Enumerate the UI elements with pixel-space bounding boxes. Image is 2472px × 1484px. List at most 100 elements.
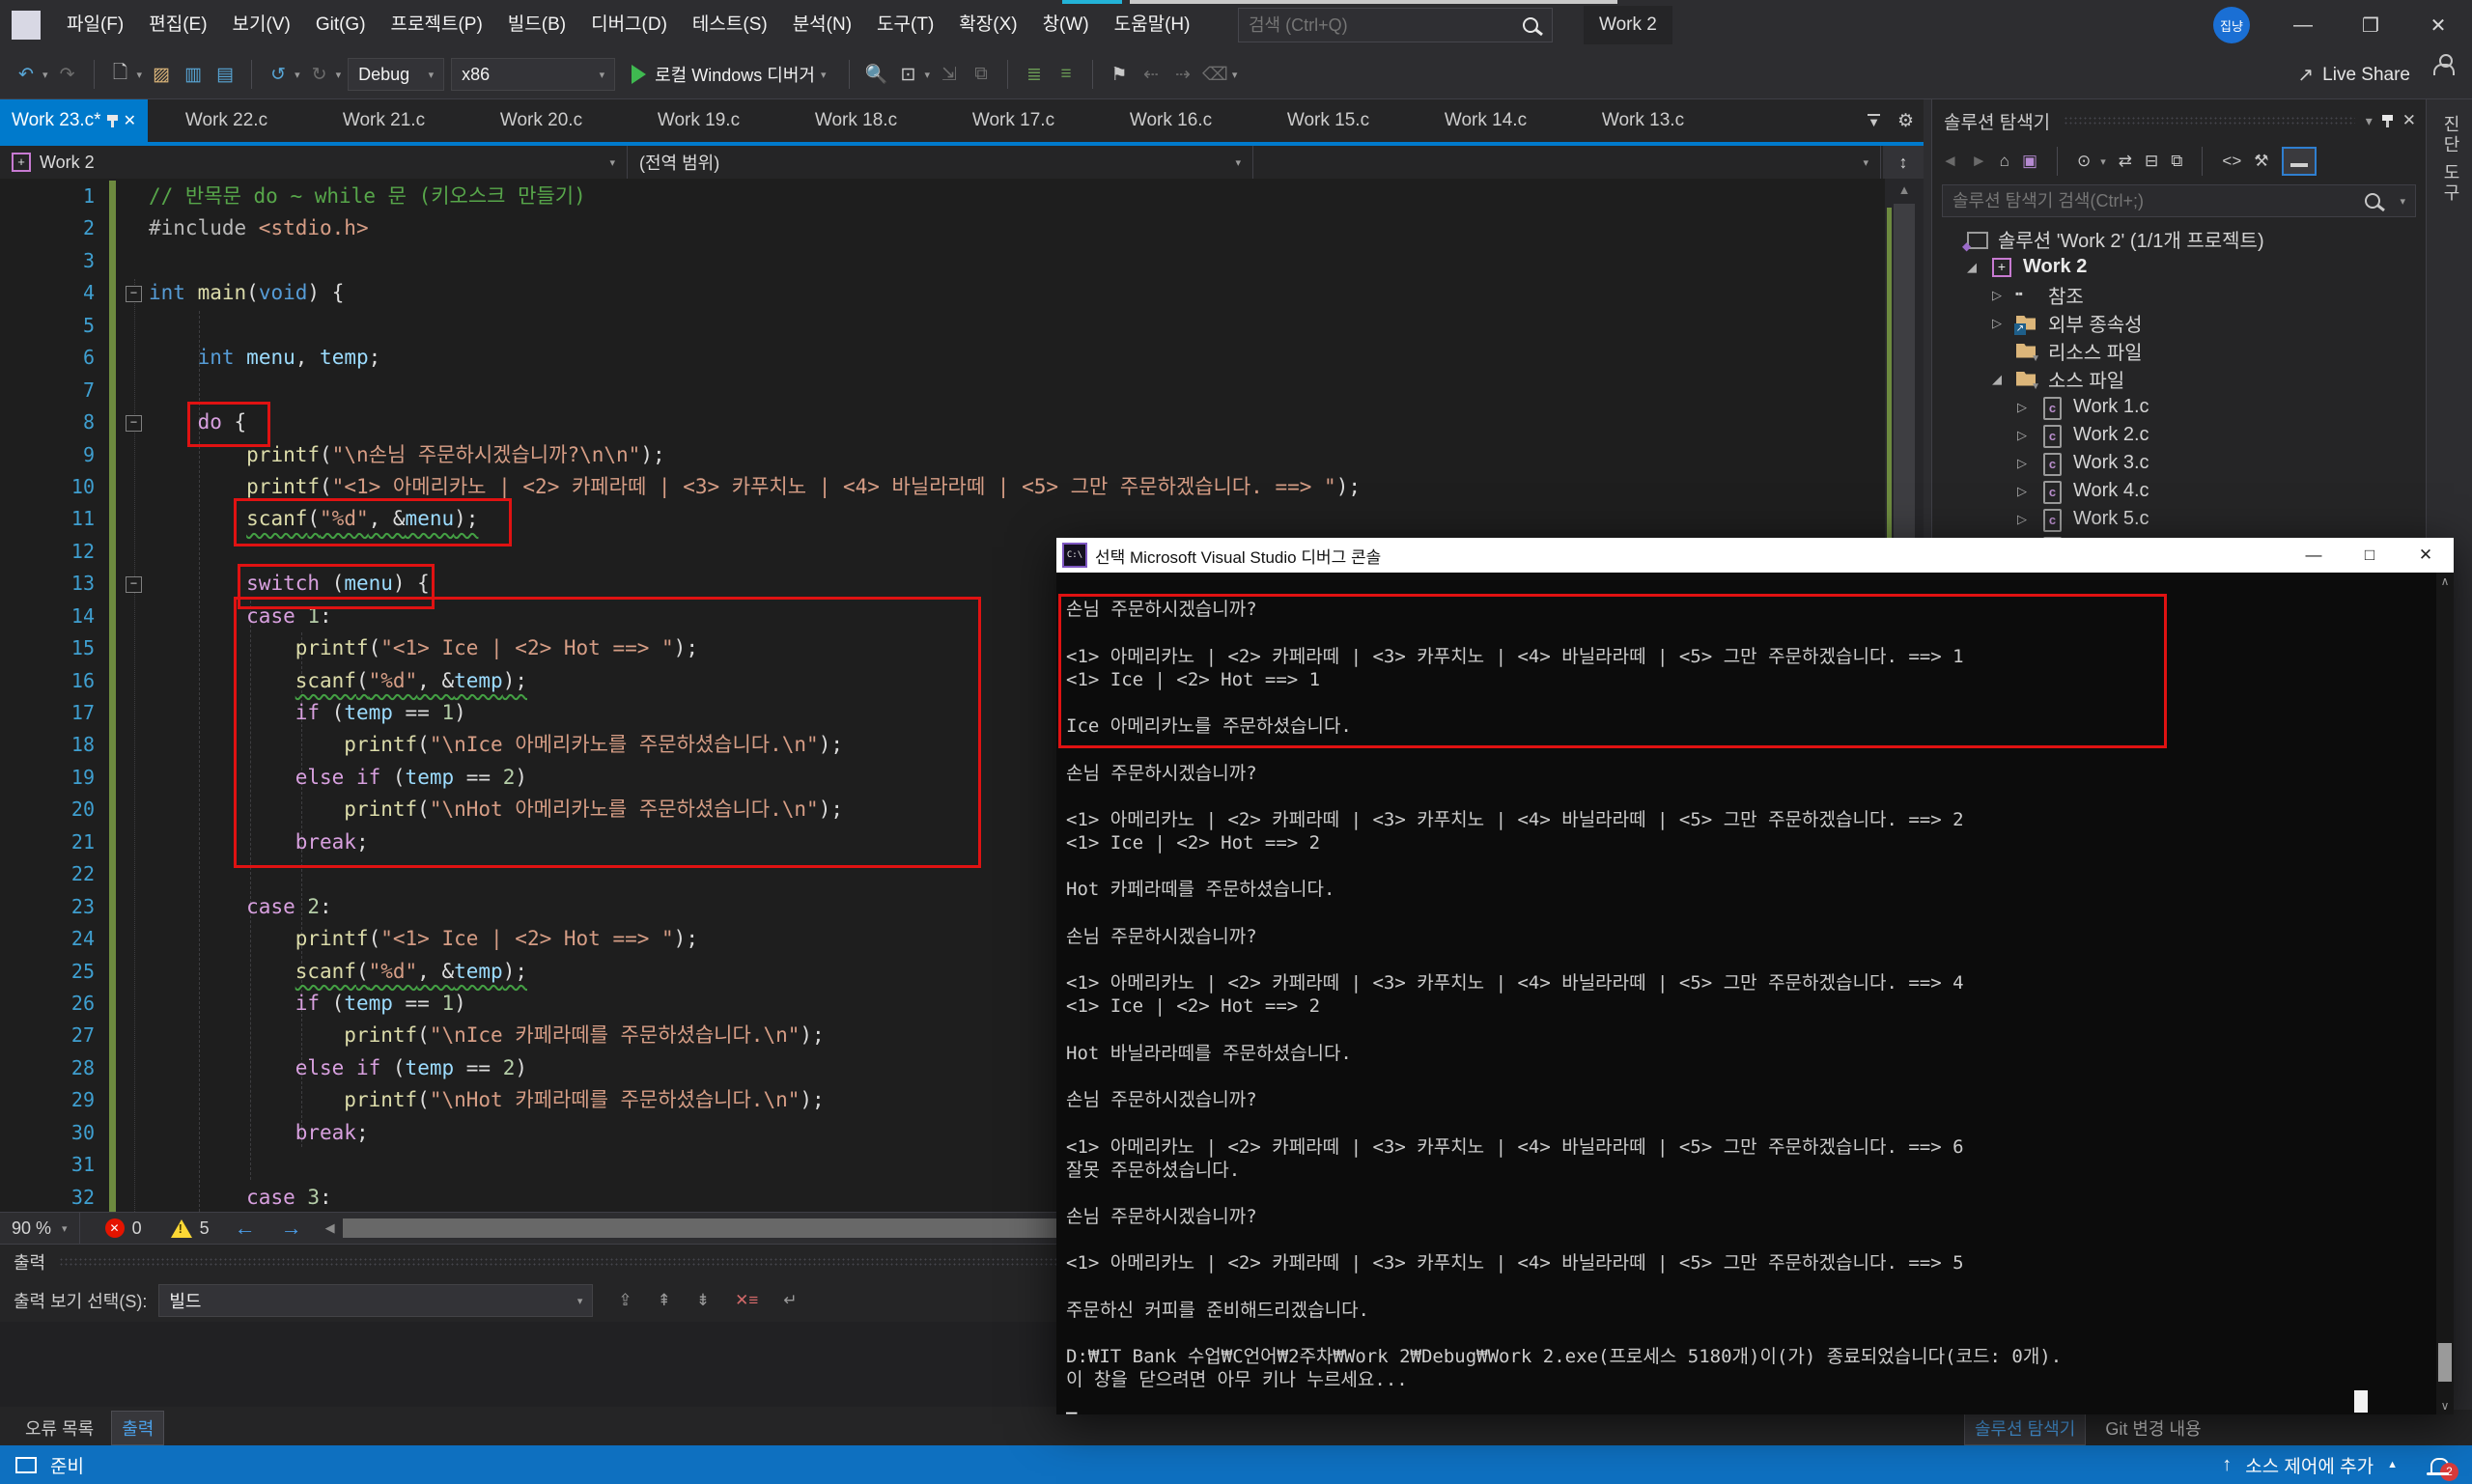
save-all-icon[interactable]: ▤ [212,58,238,91]
hierarchy-icon[interactable]: ⧉ [969,58,994,91]
tab-Work 16.c[interactable]: Work 16.c [1092,99,1250,142]
tab-Work 13.c[interactable]: Work 13.c [1564,99,1722,142]
copy-icon[interactable]: ⧉ [2171,152,2182,171]
go-forward-arrow-icon[interactable]: → [281,1216,302,1241]
pin-icon[interactable] [2386,115,2389,127]
warning-icon[interactable] [171,1219,192,1238]
error-count[interactable]: 0 [132,1218,142,1239]
save-icon[interactable]: ▥ [181,58,206,91]
add-to-source-control-button[interactable]: 소스 제어에 추가 [2245,1452,2374,1478]
close-tab-icon[interactable]: ✕ [124,111,136,130]
prev-bookmark-icon[interactable]: ⇠ [1138,58,1164,91]
project-scope-dropdown[interactable]: + Work 2▾ [0,146,628,179]
tab-Work 20.c[interactable]: Work 20.c [463,99,620,142]
properties-icon[interactable]: ⚒ [2254,152,2268,171]
menu-편집(E)[interactable]: 편집(E) [136,0,219,50]
show-all-files-icon[interactable]: <> [2222,152,2241,171]
tree-item-Work 4.c[interactable]: ▷Work 4.c [1932,477,2426,505]
tab-Work 15.c[interactable]: Work 15.c [1250,99,1407,142]
tree-item-Work 1.c[interactable]: ▷Work 1.c [1932,393,2426,421]
restore-button[interactable]: ❐ [2337,0,2404,50]
scroll-left-icon[interactable]: ◀ [325,1220,335,1236]
tab-settings-gear-icon[interactable]: ⚙ [1897,110,1914,132]
code-line-2[interactable]: 2#include <stdio.h> [0,212,1885,244]
start-debugging-button[interactable]: 로컬 Windows 디버거▾ [622,58,835,91]
menu-파일(F)[interactable]: 파일(F) [54,0,136,50]
solution-search-input[interactable] [1943,190,2365,212]
output-source-dropdown[interactable]: 빌드▾ [158,1284,593,1317]
comment-lines-icon[interactable]: ≣ [1022,58,1047,91]
scroll-up-icon[interactable]: ▲ [1885,182,1924,197]
tab-Work 18.c[interactable]: Work 18.c [777,99,935,142]
bookmark-icon[interactable]: ⚑ [1107,58,1132,91]
home-icon[interactable]: ⌂ [2000,152,2009,171]
tree-item-Work 5.c[interactable]: ▷Work 5.c [1932,505,2426,533]
code-line-1[interactable]: 1// 반목문 do ~ while 문 (키오스크 만들기) [0,181,1885,212]
menu-도구(T)[interactable]: 도구(T) [864,0,946,50]
console-minimize-button[interactable]: — [2286,538,2342,573]
find-in-files-icon[interactable]: 🔍 [863,58,888,91]
tree-item-Work 3.c[interactable]: ▷Work 3.c [1932,449,2426,477]
solution-explorer-window-icon[interactable]: ⊡ [895,58,920,91]
tab-Work 17.c[interactable]: Work 17.c [935,99,1092,142]
tree-item-소스 파일[interactable]: ◢소스 파일 [1932,365,2426,393]
next-message-icon[interactable]: ⇟ [696,1291,710,1310]
console-scroll-thumb[interactable] [2438,1343,2452,1382]
menu-프로젝트(P)[interactable]: 프로젝트(P) [379,0,495,50]
menu-Git(G)[interactable]: Git(G) [303,0,379,50]
code-line-4[interactable]: 4−int main(void) { [0,277,1885,309]
debug-console-window[interactable]: C:\ 선택 Microsoft Visual Studio 디버그 콘솔 — … [1056,538,2454,1414]
goto-message-icon[interactable]: ⇪ [618,1291,632,1310]
search-icon[interactable] [2365,193,2380,209]
go-back-arrow-icon[interactable]: ← [235,1216,256,1241]
open-folder-icon[interactable]: ▨ [149,58,174,91]
menu-테스트(S)[interactable]: 테스트(S) [680,0,780,50]
tab-Work 19.c[interactable]: Work 19.c [620,99,777,142]
scroll-down-icon[interactable]: ∨ [2436,1399,2454,1413]
tab-work23[interactable]: Work 23.c* ✕ [0,99,148,142]
code-line-6[interactable]: 6 int menu, temp; [0,342,1885,374]
collapse-all-icon[interactable]: ⊟ [2145,152,2158,171]
tree-item-Work 2.c[interactable]: ▷Work 2.c [1932,421,2426,449]
search-icon[interactable] [1523,17,1538,33]
clear-bookmarks-icon[interactable]: ⌫ [1202,58,1228,91]
tab-Work 21.c[interactable]: Work 21.c [305,99,463,142]
chevron-up-icon[interactable]: ▲ [2387,1459,2398,1470]
type-scope-dropdown[interactable]: (전역 범위)▾ [628,146,1253,179]
split-editor-button[interactable]: ↕ [1883,146,1924,179]
user-avatar[interactable]: 집냥 [2213,7,2250,43]
menu-보기(V)[interactable]: 보기(V) [220,0,303,50]
code-line-7[interactable]: 7 [0,375,1885,406]
console-close-button[interactable]: ✕ [2398,538,2454,573]
word-wrap-icon[interactable]: ↵ [783,1291,797,1310]
search-input[interactable] [1239,14,1523,37]
tab-Work 14.c[interactable]: Work 14.c [1407,99,1564,142]
pin-icon[interactable] [111,115,114,127]
uncomment-lines-icon[interactable]: ≡ [1053,58,1079,91]
menu-분석(N)[interactable]: 분석(N) [780,0,864,50]
tab-overflow-icon[interactable]: ▼ [1868,114,1880,127]
sync-icon[interactable]: ⇄ [2119,152,2132,171]
configuration-dropdown[interactable]: Debug▾ [348,58,444,91]
panel-tab-오류 목록[interactable]: 오류 목록 [15,1412,103,1444]
member-dropdown[interactable]: ▾ [1253,146,1881,179]
menu-창(W)[interactable]: 창(W) [1030,0,1102,50]
redo-icon[interactable]: ↻ [307,58,332,91]
navigate-back-icon[interactable]: ↶ [14,58,39,91]
menu-디버그(D)[interactable]: 디버그(D) [578,0,680,50]
back-icon[interactable]: ◄ [1942,152,1958,171]
feedback-person-icon[interactable] [2433,64,2455,75]
new-file-icon[interactable]: 🗋 [108,58,133,91]
undo-icon[interactable]: ↺ [266,58,291,91]
close-panel-icon[interactable]: ✕ [2402,111,2416,130]
live-share-button[interactable]: ↗ Live Share [2297,50,2410,99]
next-bookmark-icon[interactable]: ⇢ [1170,58,1195,91]
warning-count[interactable]: 5 [200,1218,210,1239]
tab-Work 22.c[interactable]: Work 22.c [148,99,305,142]
switch-views-icon[interactable]: ▣ [2022,152,2037,171]
pending-changes-filter-icon[interactable]: ⊙ [2077,152,2091,171]
panel-tab-솔루션 탐색기[interactable]: 솔루션 탐색기 [1964,1411,2086,1445]
code-line-8[interactable]: 8− do { [0,406,1885,438]
console-title-bar[interactable]: C:\ 선택 Microsoft Visual Studio 디버그 콘솔 — … [1056,538,2454,573]
tree-item-Work 2[interactable]: ◢Work 2 [1932,253,2426,281]
